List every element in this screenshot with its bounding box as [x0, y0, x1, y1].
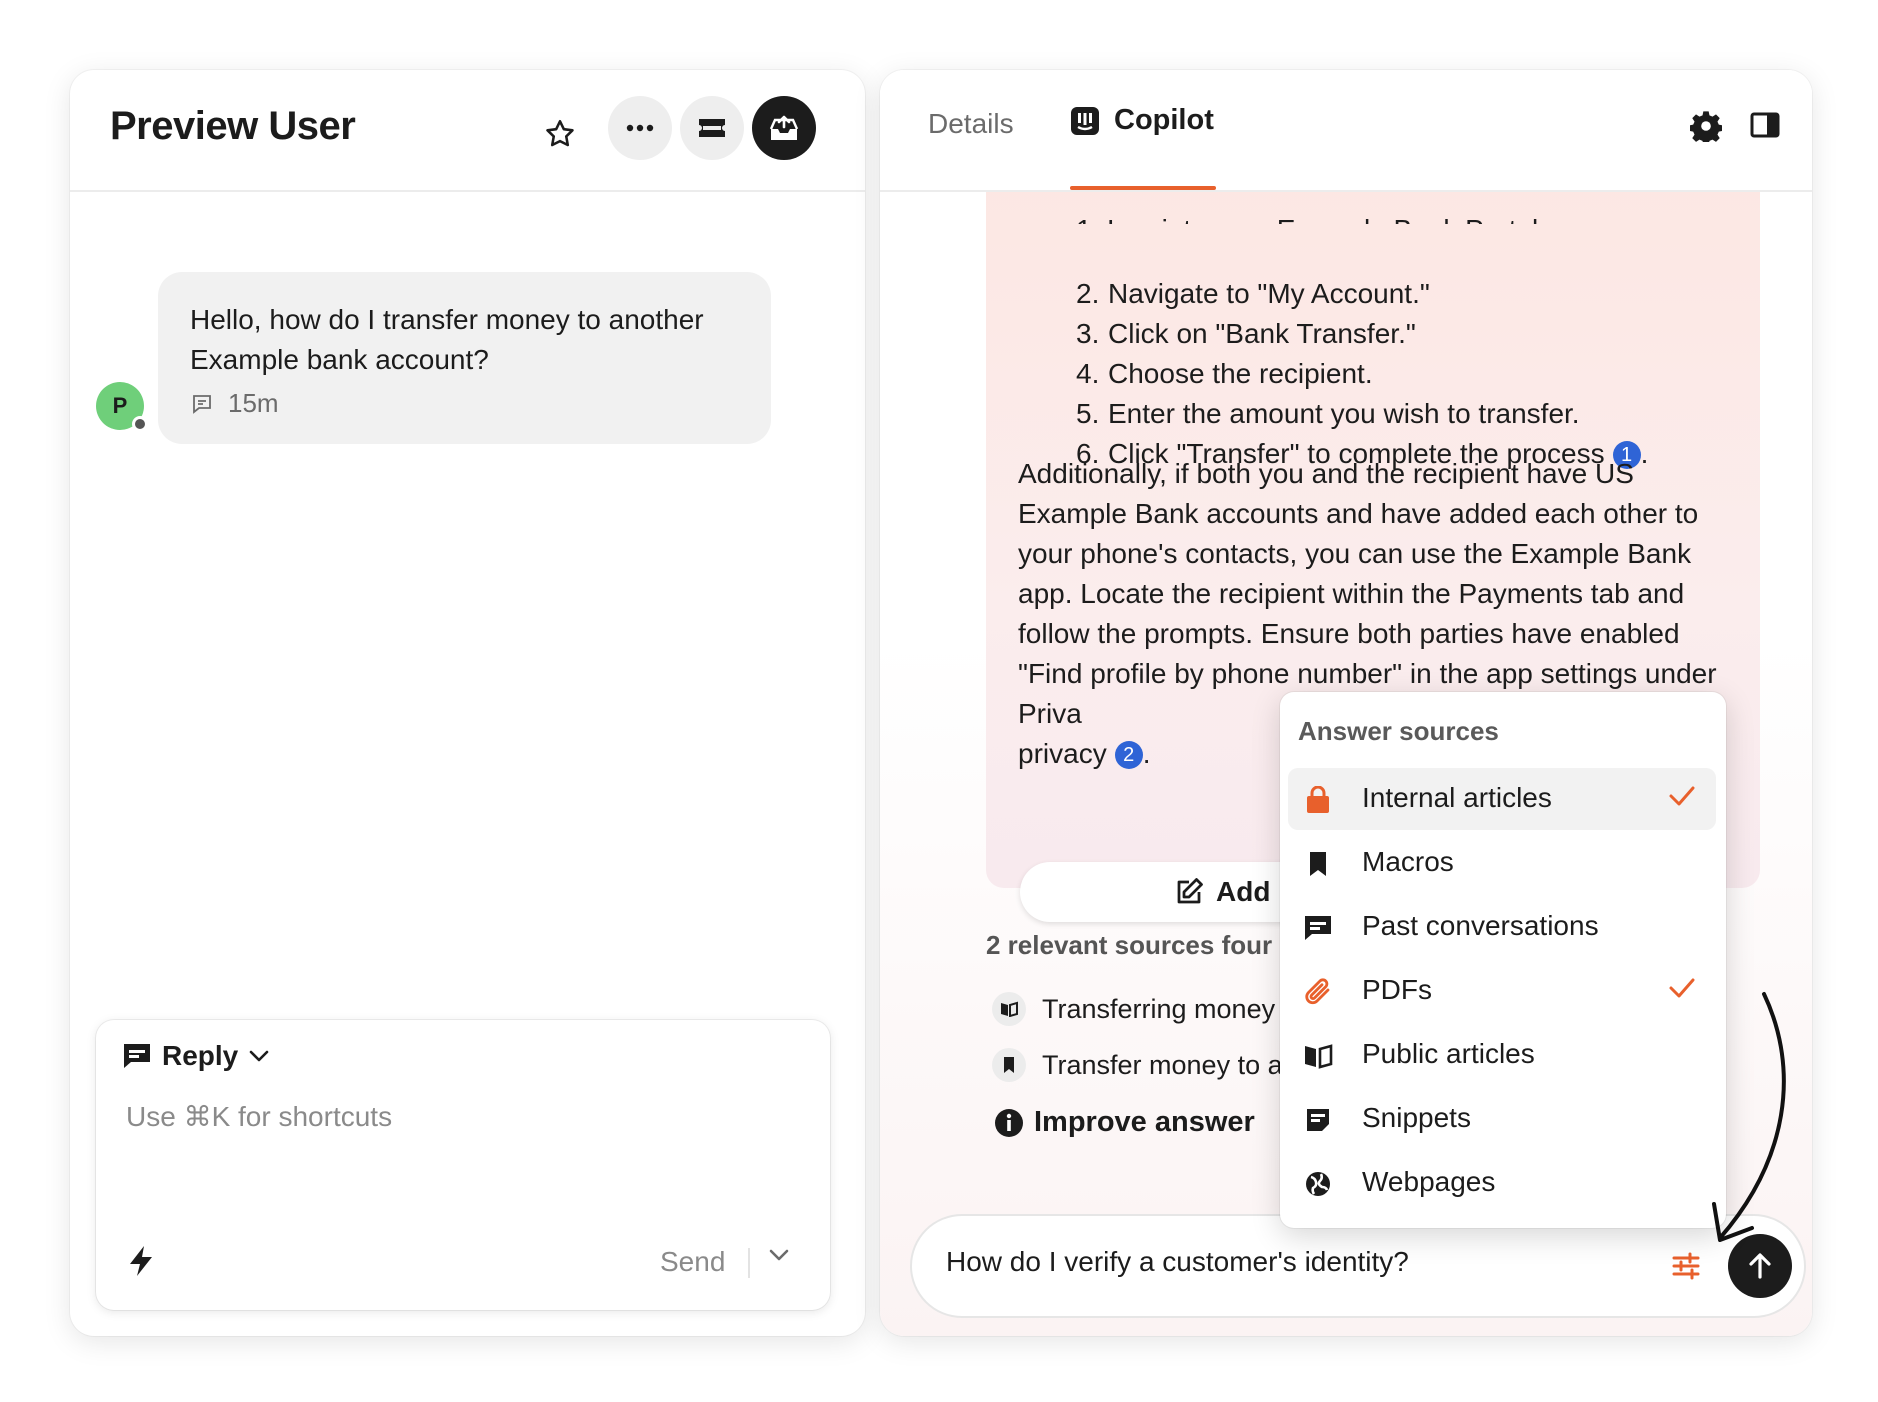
- tab-details[interactable]: Details: [928, 108, 1014, 140]
- source-option-pdfs[interactable]: PDFs: [1288, 960, 1716, 1022]
- inbox-up-icon: [769, 115, 799, 140]
- annotation-arrow: [1712, 992, 1786, 1242]
- paperclip-icon: [1302, 976, 1334, 1008]
- answer-step: 2. Navigate to "My Account.": [1076, 278, 1430, 309]
- book-icon: [1302, 1040, 1334, 1072]
- answer-step: 4. Choose the recipient.: [1076, 358, 1373, 389]
- source-option-macros[interactable]: Macros: [1288, 832, 1716, 894]
- lightning-icon: [130, 1246, 152, 1276]
- message-text: Hello, how do I transfer money to anothe…: [190, 304, 704, 375]
- ticket-icon: [699, 119, 725, 137]
- check-icon: [1668, 784, 1696, 813]
- conversation-header: Preview User: [70, 70, 865, 192]
- reply-input[interactable]: Use ⌘K for shortcuts: [126, 1100, 392, 1133]
- star-button[interactable]: [540, 114, 580, 154]
- arrow-up-icon: [1749, 1253, 1771, 1279]
- check-icon: [1668, 976, 1696, 1005]
- globe-icon: [1302, 1168, 1334, 1200]
- source-item[interactable]: Transfer money to a: [992, 1048, 1283, 1082]
- reply-composer[interactable]: Reply Use ⌘K for shortcuts Send: [96, 1020, 830, 1310]
- more-options-button[interactable]: [608, 96, 672, 160]
- answer-step: 3. Click on "Bank Transfer.": [1076, 318, 1416, 349]
- page-title: Preview User: [110, 104, 356, 148]
- settings-button[interactable]: [1689, 110, 1723, 147]
- bookmark-icon: [1302, 848, 1334, 880]
- source-option-internal-articles[interactable]: Internal articles: [1288, 768, 1716, 830]
- sidebar-icon: [1750, 112, 1780, 138]
- info-icon: [995, 1108, 1023, 1137]
- sources-title: 2 relevant sources four: [986, 930, 1273, 960]
- chat-icon: [1302, 912, 1334, 944]
- message-time: 15m: [228, 388, 279, 418]
- close-conversation-button[interactable]: [752, 96, 816, 160]
- note-icon: [1302, 1104, 1334, 1136]
- answer-step: 5. Enter the amount you wish to transfer.: [1076, 398, 1580, 429]
- message-meta: 15m: [190, 388, 279, 419]
- reply-mode-label: Reply: [162, 1040, 239, 1071]
- message-seen-icon: [193, 394, 211, 414]
- menu-title: Answer sources: [1298, 716, 1499, 746]
- shortcuts-button[interactable]: [126, 1244, 156, 1283]
- answer-step-1: 1. Log into your Example Bank Portal.: [1076, 210, 1546, 224]
- snooze-button[interactable]: [680, 96, 744, 160]
- copilot-icon: [1071, 106, 1099, 135]
- gear-icon: [1689, 111, 1723, 145]
- answer-sources-button[interactable]: [1670, 1250, 1702, 1287]
- source-option-webpages[interactable]: Webpages: [1288, 1152, 1716, 1214]
- send-divider: [748, 1248, 750, 1278]
- copilot-question-input[interactable]: How do I verify a customer's identity?: [912, 1216, 1804, 1316]
- edit-icon: [1177, 878, 1203, 904]
- source-option-past-conversations[interactable]: Past conversations: [1288, 896, 1716, 958]
- source-item[interactable]: Transferring money: [992, 992, 1275, 1026]
- reply-icon: [124, 1044, 150, 1068]
- presence-dot: [132, 416, 148, 432]
- source-option-snippets[interactable]: Snippets: [1288, 1088, 1716, 1150]
- lock-bag-icon: [1302, 784, 1334, 816]
- chevron-down-icon: [769, 1249, 789, 1261]
- ellipsis-icon: [626, 124, 654, 132]
- active-tab-indicator: [1070, 186, 1216, 190]
- book-icon: [992, 992, 1026, 1026]
- send-options-button[interactable]: [768, 1248, 790, 1267]
- answer-steps: 2. Navigate to "My Account." 3. Click on "…: [1076, 274, 1648, 474]
- improve-answer-button[interactable]: Improve answer: [994, 1106, 1255, 1139]
- toggle-sidebar-button[interactable]: [1750, 112, 1780, 143]
- star-icon: [546, 119, 574, 147]
- conversation-panel: Preview User P Hello, how do I transfer …: [70, 70, 865, 1336]
- send-button[interactable]: Send: [660, 1246, 725, 1278]
- source-option-public-articles[interactable]: Public articles: [1288, 1024, 1716, 1086]
- avatar-initial: P: [112, 393, 128, 418]
- citation-badge[interactable]: 2: [1114, 741, 1143, 769]
- reply-mode-selector[interactable]: Reply: [122, 1040, 270, 1072]
- chevron-down-icon: [249, 1050, 269, 1062]
- message-bubble: Hello, how do I transfer money to anothe…: [158, 272, 771, 444]
- bookmark-icon: [992, 1048, 1026, 1082]
- sliders-icon: [1672, 1252, 1700, 1280]
- tab-copilot[interactable]: Copilot: [1070, 104, 1214, 137]
- copilot-question-text[interactable]: How do I verify a customer's identity?: [946, 1246, 1409, 1278]
- copilot-header: Details Copilot: [880, 70, 1812, 192]
- answer-sources-menu: Answer sources Internal articles Macros …: [1280, 692, 1726, 1228]
